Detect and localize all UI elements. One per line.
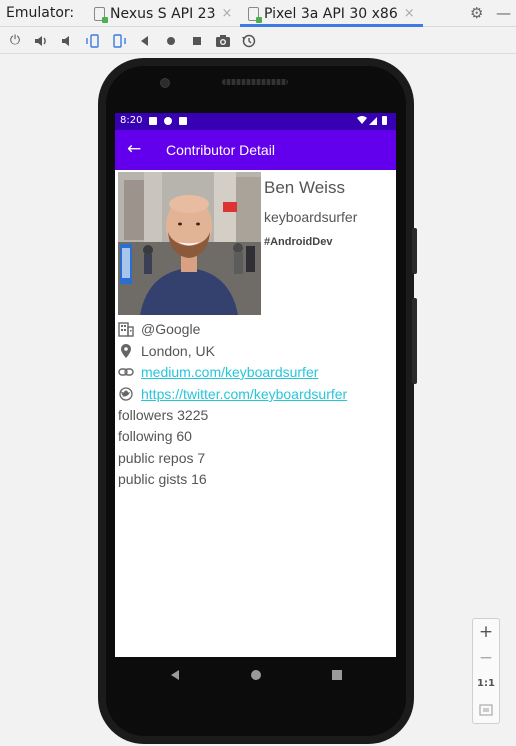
earpiece-speaker [222, 79, 288, 85]
public-repos-stat: public repos 7 [118, 450, 206, 466]
link-icon [118, 364, 134, 380]
sim-icon [179, 117, 187, 125]
power-icon[interactable]: ⏻ [7, 33, 23, 49]
nav-overview-icon[interactable] [330, 668, 344, 682]
blog-row: medium.com/keyboardsurfer [118, 362, 318, 382]
zoom-in-button[interactable]: + [473, 622, 499, 642]
camera-icon[interactable] [215, 33, 231, 49]
emulator-label: Emulator: [6, 5, 75, 21]
following-stat: following 60 [118, 428, 192, 444]
twitter-link[interactable]: https://twitter.com/keyboardsurfer [141, 386, 347, 402]
location-row: London, UK [118, 341, 215, 361]
power-side-button[interactable] [412, 228, 417, 274]
followers-stat: followers 3225 [118, 407, 209, 423]
page-title: Contributor Detail [166, 142, 275, 158]
twitter-row: https://twitter.com/keyboardsurfer [118, 384, 347, 404]
device-screen: 8:20 ← Contributor Detail Ben Weiss keyb… [115, 113, 396, 657]
zoom-fit-button[interactable] [473, 702, 499, 721]
contributor-bio: #AndroidDev [264, 236, 333, 248]
zoom-controls: + − 1:1 [472, 618, 500, 724]
avatar [118, 172, 261, 315]
zoom-out-button[interactable]: − [473, 648, 499, 668]
tab-pixel-3a[interactable]: Pixel 3a API 30 x86 × [240, 0, 423, 27]
device-icon [94, 6, 108, 23]
back-icon[interactable] [137, 33, 153, 49]
building-icon [118, 321, 134, 337]
public-gists-stat: public gists 16 [118, 471, 207, 487]
contributor-name: Ben Weiss [264, 178, 345, 197]
app-bar: ← Contributor Detail [115, 130, 396, 170]
rotate-right-icon[interactable] [111, 33, 127, 49]
status-time: 8:20 [120, 115, 143, 126]
contributor-login: keyboardsurfer [264, 209, 358, 225]
overview-icon[interactable] [189, 33, 205, 49]
tab-label: Pixel 3a API 30 x86 [264, 5, 398, 22]
snapshot-icon[interactable] [241, 33, 257, 49]
location-text: London, UK [141, 343, 215, 359]
twitter-icon [118, 386, 134, 402]
volume-up-icon[interactable] [33, 33, 49, 49]
close-icon[interactable]: × [222, 6, 233, 21]
home-icon[interactable] [163, 33, 179, 49]
rotate-left-icon[interactable] [85, 33, 101, 49]
tab-label: Nexus S API 23 [110, 5, 216, 22]
minimize-icon[interactable]: — [496, 4, 511, 22]
fit-screen-icon [479, 704, 493, 716]
close-icon[interactable]: × [404, 6, 415, 21]
zoom-actual-size-button[interactable]: 1:1 [473, 678, 499, 689]
nav-back-icon[interactable] [168, 668, 182, 682]
volume-down-icon[interactable] [59, 33, 75, 49]
company-row: @Google [118, 319, 200, 339]
front-camera [160, 78, 170, 88]
tab-nexus-s[interactable]: Nexus S API 23 × [94, 0, 232, 27]
back-arrow-icon[interactable]: ← [127, 139, 141, 159]
location-pin-icon [118, 343, 134, 359]
status-bar: 8:20 [115, 113, 396, 130]
nav-home-icon[interactable] [249, 668, 263, 682]
device-icon [248, 6, 262, 23]
volume-side-button[interactable] [412, 298, 417, 384]
status-icons [356, 115, 390, 129]
notification-icon [149, 117, 157, 125]
emulator-toolbar: ⏻ [0, 28, 516, 54]
blog-link[interactable]: medium.com/keyboardsurfer [141, 364, 318, 380]
company-text: @Google [141, 321, 201, 337]
emulator-tab-bar: Emulator: Nexus S API 23 × Pixel 3a API … [0, 0, 516, 27]
notification-icon [164, 117, 172, 125]
gear-icon[interactable]: ⚙ [470, 4, 483, 22]
